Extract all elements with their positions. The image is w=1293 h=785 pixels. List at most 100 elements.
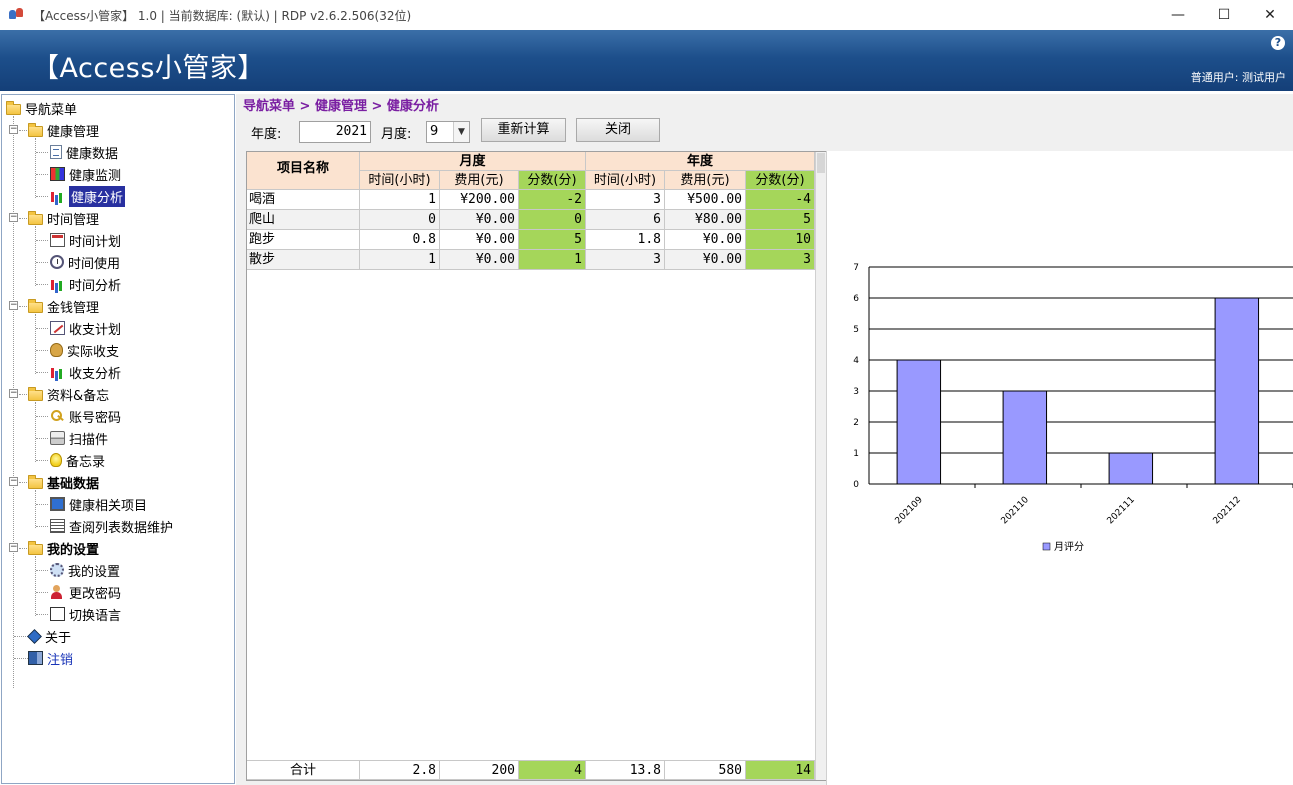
nav-item-2-0[interactable]: 收支计划 <box>50 318 121 338</box>
nav-logout[interactable]: 注销 <box>28 648 73 668</box>
monitor-grid-icon <box>50 167 65 181</box>
close-window-button[interactable]: ✕ <box>1247 0 1293 30</box>
total-cell: 580 <box>665 760 746 780</box>
x-tick-label: 202111 <box>1106 495 1137 526</box>
nav-about-label: 关于 <box>45 630 72 646</box>
y-tick-label: 3 <box>853 387 859 397</box>
year-input[interactable]: 2021 <box>299 121 371 143</box>
column-header: 分数(分) <box>519 171 586 190</box>
brand-title: 【Access小管家】 <box>32 53 265 84</box>
nav-group-label: 时间管理 <box>47 212 100 228</box>
year-label: 年度: <box>251 127 282 142</box>
open-folder-icon <box>28 540 43 555</box>
table-cell: 1 <box>360 190 440 210</box>
nav-root-label: 导航菜单 <box>25 102 78 118</box>
collapse-toggle[interactable]: − <box>9 301 18 310</box>
nav-item-1-1[interactable]: 时间使用 <box>50 252 120 272</box>
app-users-icon <box>9 7 25 23</box>
column-header-name[interactable]: 项目名称 <box>247 152 360 190</box>
bar-chart-icon <box>50 189 65 203</box>
nav-item-label: 查阅列表数据维护 <box>69 520 174 536</box>
open-folder-icon <box>28 298 43 313</box>
collapse-toggle[interactable]: − <box>9 213 18 222</box>
table-cell: ¥80.00 <box>665 210 746 230</box>
nav-root[interactable]: 导航菜单 <box>6 98 77 118</box>
nav-about[interactable]: 关于 <box>27 626 72 646</box>
key-icon <box>50 409 65 423</box>
collapse-toggle[interactable]: − <box>9 389 18 398</box>
nav-item-label: 账号密码 <box>69 410 122 426</box>
nav-group-5[interactable]: 我的设置 <box>28 538 99 558</box>
nav-item-5-2[interactable]: 切换语言 <box>50 604 121 624</box>
column-header: 时间(小时) <box>360 171 440 190</box>
nav-item-label: 时间使用 <box>68 256 121 272</box>
column-header: 费用(元) <box>440 171 519 190</box>
nav-group-0[interactable]: 健康管理 <box>28 120 99 140</box>
nav-item-0-2[interactable]: 健康分析 <box>50 185 126 207</box>
nav-group-1[interactable]: 时间管理 <box>28 208 99 228</box>
minimize-button[interactable]: — <box>1155 0 1201 30</box>
nav-item-label: 健康监测 <box>69 168 122 184</box>
table-cell: 6 <box>586 210 665 230</box>
scrollbar-thumb[interactable] <box>817 153 825 173</box>
y-tick-label: 7 <box>853 263 859 273</box>
nav-item-5-1[interactable]: 更改密码 <box>50 582 121 602</box>
table-cell: 1 <box>519 250 586 270</box>
collapse-toggle[interactable]: − <box>9 543 18 552</box>
nav-group-label: 基础数据 <box>47 476 100 492</box>
table-cell: -4 <box>746 190 815 210</box>
nav-item-label: 备忘录 <box>66 454 106 470</box>
nav-item-3-0[interactable]: 账号密码 <box>50 406 121 426</box>
nav-item-4-1[interactable]: 查阅列表数据维护 <box>50 516 173 536</box>
recalculate-button[interactable]: 重新计算 <box>481 118 566 142</box>
collapse-toggle[interactable]: − <box>9 477 18 486</box>
table-cell: 5 <box>746 210 815 230</box>
nav-item-5-0[interactable]: 我的设置 <box>50 560 120 580</box>
navigation-tree: 导航菜单 − 健康管理 健康数据 健康监测 健康分析 − 时间管理 时间计划 时… <box>1 94 235 784</box>
nav-item-label: 实际收支 <box>67 344 120 360</box>
settings-icon <box>50 563 64 577</box>
column-header: 费用(元) <box>665 171 746 190</box>
bar <box>1214 297 1260 485</box>
bar <box>1002 390 1048 485</box>
total-cell: 13.8 <box>586 760 665 780</box>
nav-group-4[interactable]: 基础数据 <box>28 472 99 492</box>
vertical-scrollbar[interactable] <box>815 152 826 780</box>
table-cell: 1 <box>360 250 440 270</box>
nav-item-label: 健康分析 <box>69 185 126 207</box>
column-group-year: 年度 <box>586 152 815 171</box>
monthly-score-bar-chart: 0 1 2 3 4 5 6 7 202109 202110 202111 202112 月评分 <box>853 263 1293 553</box>
nav-item-label: 健康数据 <box>66 146 119 162</box>
bar <box>896 359 942 485</box>
nav-logout-label: 注销 <box>47 652 74 668</box>
maximize-button[interactable]: ☐ <box>1201 0 1247 30</box>
nav-item-1-2[interactable]: 时间分析 <box>50 274 121 294</box>
open-folder-icon <box>28 386 43 401</box>
nav-item-4-0[interactable]: 健康相关项目 <box>50 494 147 514</box>
month-select[interactable]: 9 ▼ <box>426 121 470 143</box>
nav-item-0-1[interactable]: 健康监测 <box>50 164 121 184</box>
logout-door-icon <box>28 651 43 665</box>
nav-item-2-2[interactable]: 收支分析 <box>50 362 121 382</box>
table-cell: 3 <box>746 250 815 270</box>
nav-item-2-1[interactable]: 实际收支 <box>50 340 119 360</box>
nav-item-label: 时间计划 <box>69 234 122 250</box>
nav-item-0-0[interactable]: 健康数据 <box>50 142 118 162</box>
help-icon[interactable]: ? <box>1271 36 1285 50</box>
nav-item-3-1[interactable]: 扫描件 <box>50 428 108 448</box>
monitor-icon <box>50 497 65 511</box>
close-button[interactable]: 关闭 <box>576 118 660 142</box>
nav-group-label: 我的设置 <box>47 542 100 558</box>
nav-group-2[interactable]: 金钱管理 <box>28 296 99 316</box>
chevron-down-icon[interactable]: ▼ <box>453 122 469 142</box>
table-cell: 3 <box>586 190 665 210</box>
total-label: 合计 <box>247 760 360 780</box>
nav-item-1-0[interactable]: 时间计划 <box>50 230 121 250</box>
total-cell: 200 <box>440 760 519 780</box>
y-tick-label: 4 <box>853 356 859 366</box>
nav-group-3[interactable]: 资料&备忘 <box>28 384 109 404</box>
collapse-toggle[interactable]: − <box>9 125 18 134</box>
bar-chart-icon <box>50 277 65 291</box>
nav-item-label: 时间分析 <box>69 278 122 294</box>
nav-item-3-2[interactable]: 备忘录 <box>50 450 105 470</box>
